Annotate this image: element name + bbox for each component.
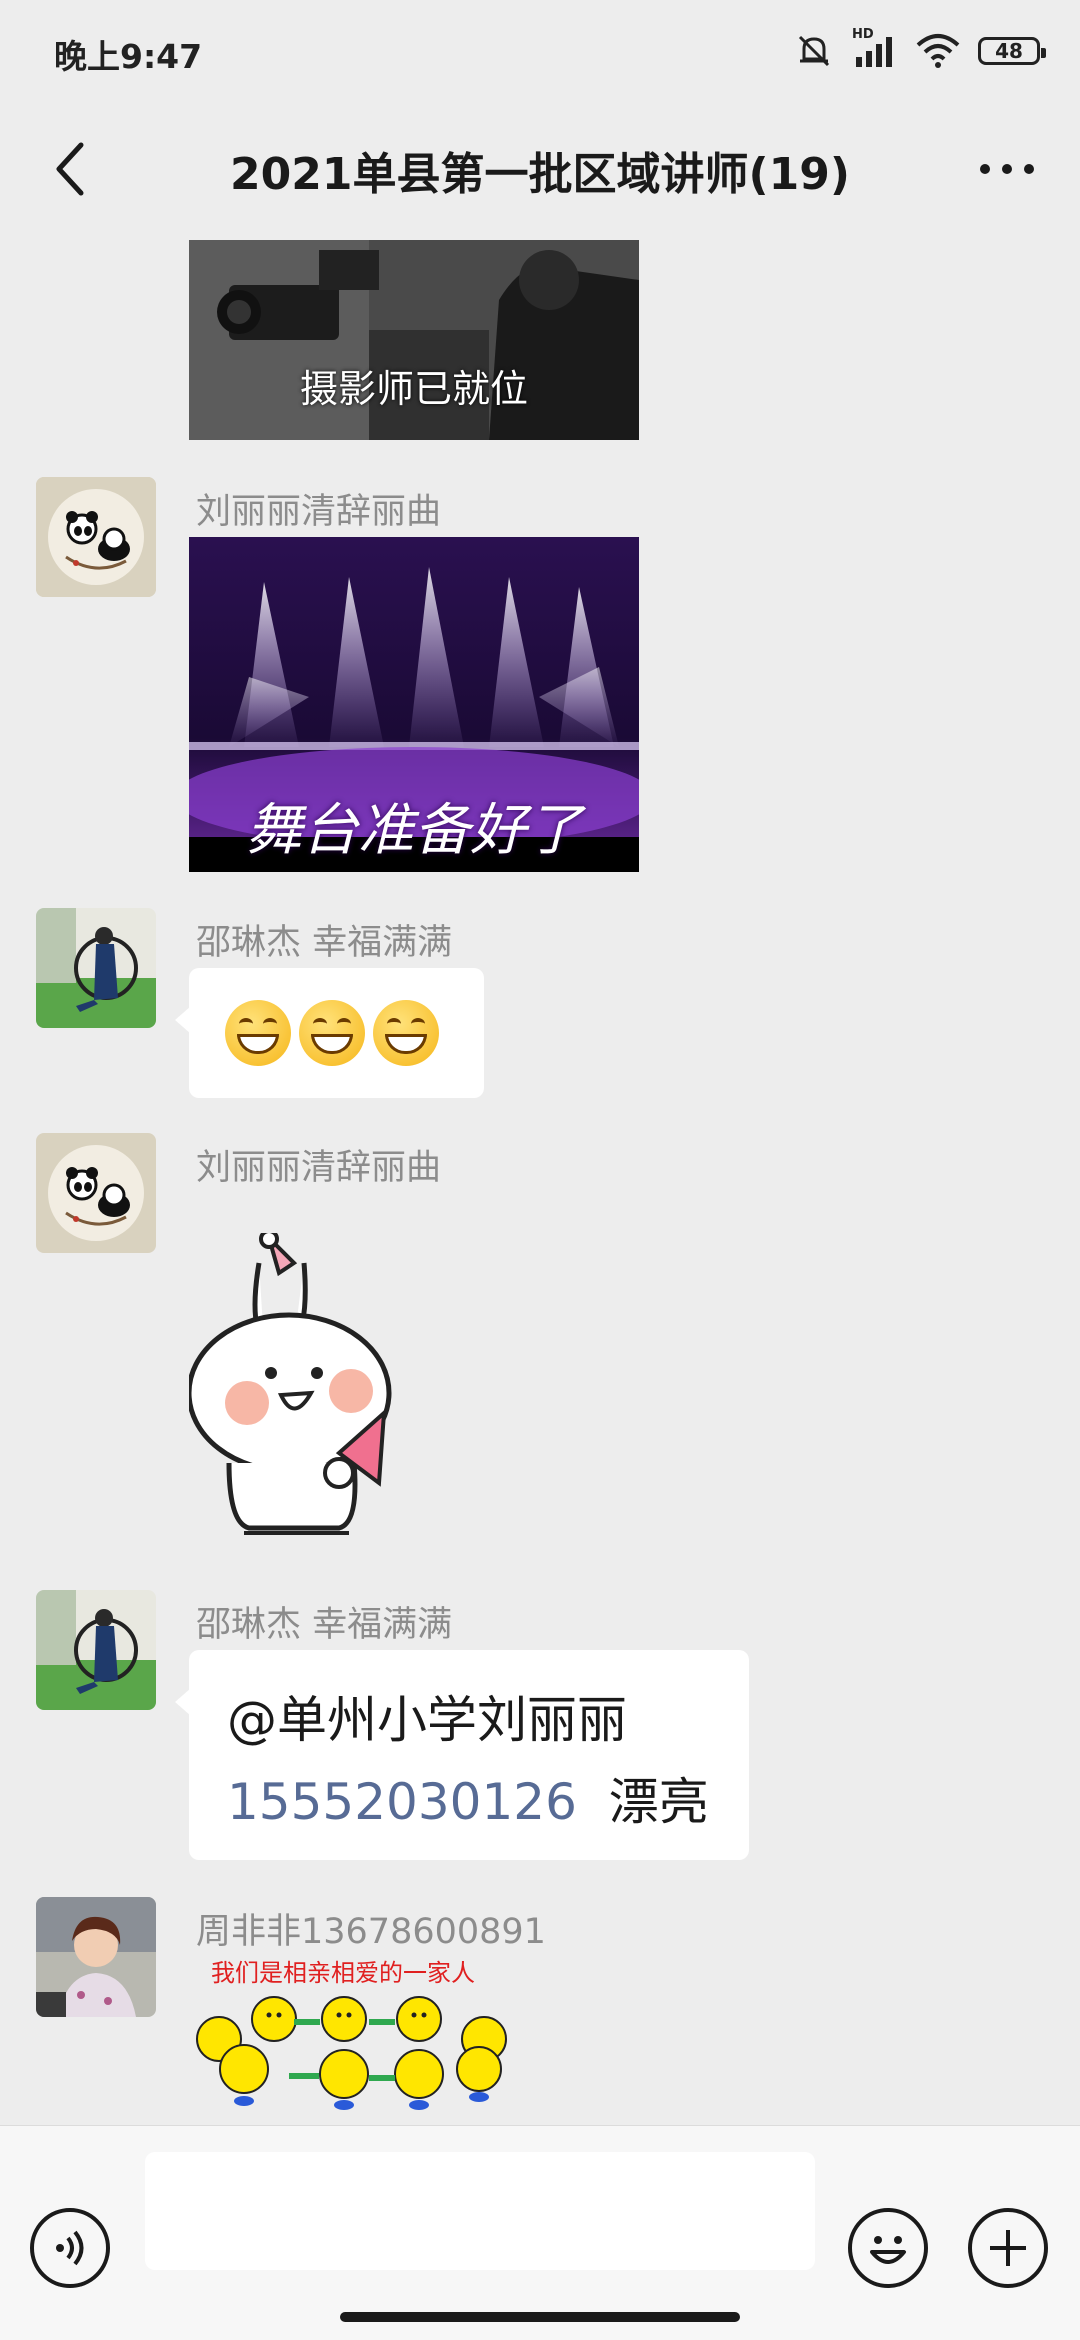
- message-bubble[interactable]: [175, 968, 484, 1098]
- message-input[interactable]: [145, 2152, 815, 2270]
- image-caption: 摄影师已就位: [299, 367, 528, 411]
- woman-portrait-avatar-image: [36, 1897, 156, 2017]
- emoji-button[interactable]: [848, 2208, 928, 2288]
- avatar[interactable]: [36, 908, 156, 1028]
- image-message[interactable]: 摄影师已就位: [189, 240, 639, 440]
- sticker-caption: 我们是相亲相爱的一家人: [211, 1959, 475, 1987]
- input-bar: [0, 2125, 1080, 2340]
- party-bunny-sticker[interactable]: [186, 1229, 419, 1543]
- chevron-left-icon: [56, 142, 84, 196]
- voice-button[interactable]: [30, 2208, 110, 2288]
- wifi-icon: [916, 34, 960, 68]
- avatar[interactable]: [36, 477, 156, 597]
- grinning-face-icon: [299, 1000, 365, 1066]
- family-sticker[interactable]: 我们是相亲相爱的一家人: [189, 1953, 519, 2110]
- phone-line: 15552030126 漂亮: [227, 1762, 709, 1834]
- panda-avatar-image: [36, 1133, 156, 1253]
- bunny-sticker-image: [186, 1229, 392, 1535]
- mention-text[interactable]: @单州小学刘丽丽: [227, 1691, 627, 1749]
- avatar[interactable]: [36, 1590, 156, 1710]
- avatar[interactable]: [36, 1897, 156, 2017]
- more-dots-icon: [980, 164, 1034, 174]
- image-caption: 舞台准备好了: [246, 798, 582, 863]
- message-list[interactable]: 摄影师已就位 刘丽丽清辞丽曲 舞台准备好了 邵琳杰 幸福满满 刘丽丽清辞丽曲 邵…: [0, 240, 1080, 2125]
- status-icons: HD 48: [794, 26, 1046, 76]
- back-button[interactable]: [36, 134, 106, 204]
- phone-number-link[interactable]: 15552030126: [227, 1773, 577, 1831]
- chat-screen: 晚上9:47 HD 48 2021单县第一批区域讲师(19) 摄影师已就位 刘丽…: [0, 0, 1080, 2340]
- grinning-face-icon: [373, 1000, 439, 1066]
- woman-swing-avatar-image: [36, 908, 156, 1028]
- emoji-row: [225, 1000, 447, 1066]
- emoji-icon: [870, 2236, 906, 2264]
- avatar[interactable]: [36, 1133, 156, 1253]
- sender-name: 刘丽丽清辞丽曲: [196, 492, 442, 532]
- plus-icon: [990, 2230, 1026, 2266]
- sender-name: 刘丽丽清辞丽曲: [196, 1148, 442, 1188]
- mute-bell-icon: [798, 35, 830, 67]
- panda-avatar-image: [36, 477, 156, 597]
- sender-name: 邵琳杰 幸福满满: [196, 923, 453, 963]
- chat-title: 2021单县第一批区域讲师(19): [230, 149, 850, 200]
- sender-name: 周非非13678600891: [196, 1912, 546, 1952]
- image-message[interactable]: 舞台准备好了: [189, 537, 639, 872]
- smiley-group-sticker-image: [196, 1996, 507, 2110]
- home-indicator[interactable]: [340, 2312, 740, 2322]
- voice-icon: [56, 2230, 84, 2266]
- status-time: 晚上9:47: [54, 37, 203, 76]
- mention-line: @单州小学刘丽丽: [227, 1680, 627, 1752]
- battery-level: 48: [995, 39, 1023, 63]
- woman-swing-avatar-image: [36, 1590, 156, 1710]
- message-text: 漂亮: [608, 1773, 709, 1831]
- battery-indicator: 48: [978, 37, 1046, 65]
- signal-icon: HD: [852, 27, 898, 71]
- grinning-face-icon: [225, 1000, 291, 1066]
- sender-name: 邵琳杰 幸福满满: [196, 1605, 453, 1645]
- message-bubble[interactable]: @单州小学刘丽丽 15552030126 漂亮: [175, 1650, 749, 1860]
- plus-button[interactable]: [968, 2208, 1048, 2288]
- status-bar: 晚上9:47 HD 48: [0, 0, 1080, 100]
- more-button[interactable]: [962, 134, 1052, 204]
- chat-header: 2021单县第一批区域讲师(19): [0, 100, 1080, 240]
